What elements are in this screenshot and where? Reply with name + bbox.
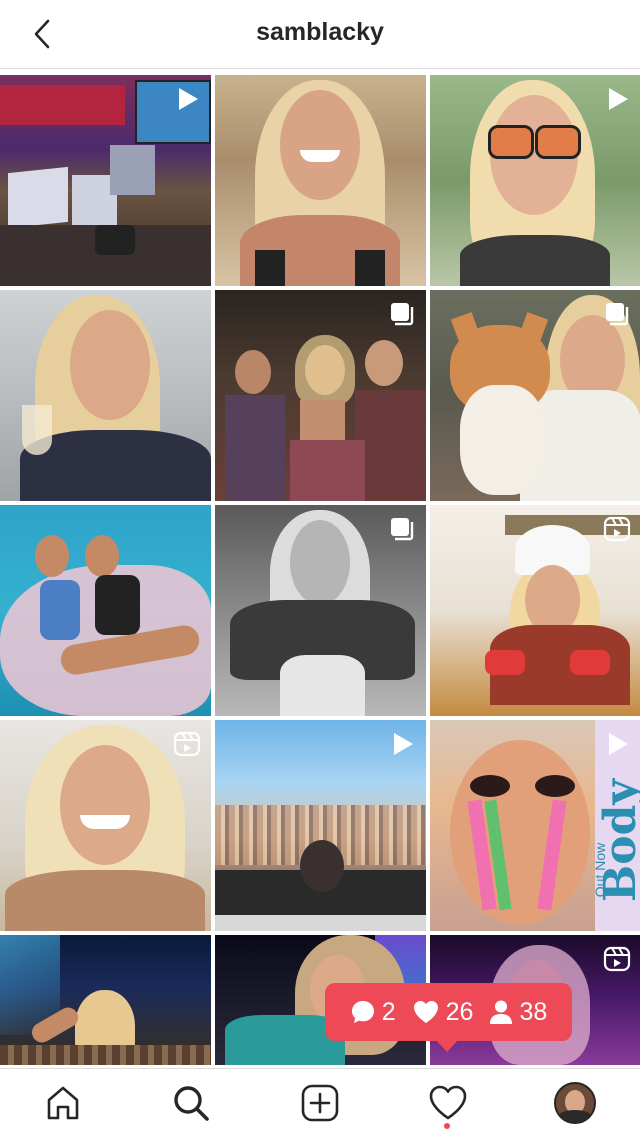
post-tile[interactable] [0,720,211,931]
post-tile[interactable] [430,290,640,501]
posts-grid: Body Out Now [0,75,640,1065]
comment-icon [350,999,376,1025]
tab-home[interactable] [41,1081,85,1125]
carousel-icon [388,300,416,328]
post-tile[interactable] [0,505,211,716]
post-tile[interactable] [215,505,426,716]
post-text-small: Out Now [592,843,608,897]
profile-avatar [554,1082,596,1124]
tab-profile[interactable] [553,1081,597,1125]
post-tile[interactable] [0,75,211,286]
profile-username: samblacky [0,18,640,47]
post-tile[interactable] [0,935,211,1065]
notification-pointer [436,1040,458,1052]
person-icon [489,999,513,1025]
post-tile[interactable] [0,290,211,501]
reel-icon [388,730,416,758]
post-tile[interactable] [215,720,426,931]
carousel-icon [603,300,631,328]
reel-icon [603,730,631,758]
post-tile[interactable]: Body Out Now [430,720,640,931]
carousel-icon [388,515,416,543]
tab-search[interactable] [169,1081,213,1125]
post-tile[interactable] [215,290,426,501]
follows-count-item: 38 [489,998,547,1027]
comments-count-item: 2 [350,998,396,1027]
tab-activity[interactable] [426,1081,470,1125]
likes-count: 26 [446,998,474,1027]
post-tile[interactable] [215,75,426,286]
follows-count: 38 [519,998,547,1027]
activity-notification-bubble[interactable]: 2 26 38 [325,983,572,1041]
likes-count-item: 26 [412,998,474,1027]
heart-icon [412,999,440,1025]
comments-count: 2 [382,998,396,1027]
clips-icon [603,515,631,543]
activity-icon [428,1083,468,1123]
clips-icon [173,730,201,758]
new-post-icon [300,1083,340,1123]
activity-unread-dot [444,1123,450,1129]
home-icon [43,1083,83,1123]
bottom-tab-bar [0,1068,640,1139]
reel-icon [603,85,631,113]
reel-icon [173,85,201,113]
top-bar: samblacky [0,0,640,69]
search-icon [171,1083,211,1123]
tab-new-post[interactable] [298,1081,342,1125]
post-tile[interactable] [430,75,640,286]
post-tile[interactable] [430,505,640,716]
clips-icon [603,945,631,973]
